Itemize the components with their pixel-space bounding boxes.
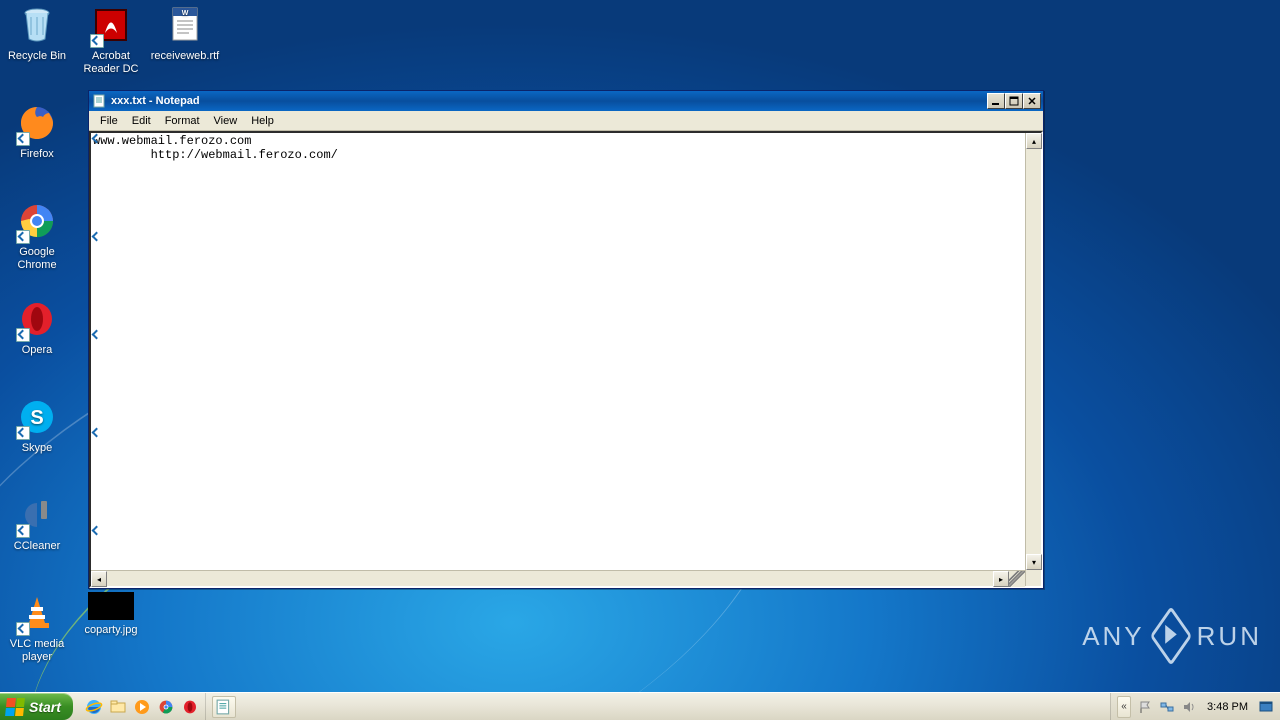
watermark-text-run: RUN bbox=[1197, 621, 1262, 652]
tray-show-desktop-icon[interactable] bbox=[1258, 699, 1274, 715]
scroll-left-button[interactable]: ◂ bbox=[91, 571, 107, 587]
menu-help[interactable]: Help bbox=[244, 113, 281, 129]
icon-label: Skype bbox=[0, 442, 74, 455]
desktop-icon-receiveweb[interactable]: W receiveweb.rtf bbox=[148, 4, 222, 63]
vertical-scrollbar[interactable]: ▴ ▾ bbox=[1025, 133, 1041, 586]
desktop-icon-skype[interactable]: S Skype bbox=[0, 396, 74, 455]
recycle-bin-icon bbox=[16, 4, 58, 46]
menu-bar: File Edit Format View Help bbox=[89, 111, 1043, 131]
system-tray: « 3:48 PM bbox=[1110, 693, 1280, 720]
start-label: Start bbox=[29, 699, 61, 715]
start-button[interactable]: Start bbox=[0, 693, 73, 720]
vlc-icon bbox=[16, 592, 58, 634]
scroll-up-button[interactable]: ▴ bbox=[1026, 133, 1042, 149]
watermark: ANY RUN bbox=[1082, 618, 1262, 654]
svg-text:W: W bbox=[182, 10, 189, 17]
icon-label: Acrobat Reader DC bbox=[74, 50, 148, 76]
image-thumbnail bbox=[88, 592, 134, 620]
ccleaner-icon bbox=[16, 494, 58, 536]
client-area: www.webmail.ferozo.com http://webmail.fe… bbox=[89, 131, 1043, 588]
desktop-icon-recycle-bin[interactable]: Recycle Bin bbox=[0, 4, 74, 63]
icon-label: receiveweb.rtf bbox=[148, 50, 222, 63]
icon-label: coparty.jpg bbox=[74, 624, 148, 637]
quick-launch-explorer[interactable] bbox=[107, 696, 129, 718]
icon-label: Firefox bbox=[0, 148, 74, 161]
icon-label: Opera bbox=[0, 344, 74, 357]
svg-text:S: S bbox=[30, 407, 43, 429]
skype-icon: S bbox=[16, 396, 58, 438]
icon-label: CCleaner bbox=[0, 540, 74, 553]
desktop[interactable]: Recycle Bin Firefox Google Chrome Opera … bbox=[0, 0, 1280, 692]
watermark-text-any: ANY bbox=[1082, 621, 1144, 652]
tray-volume-icon[interactable] bbox=[1181, 699, 1197, 715]
notepad-icon bbox=[93, 94, 107, 108]
notepad-window[interactable]: xxx.txt - Notepad File Edit Format View … bbox=[88, 90, 1044, 589]
maximize-button[interactable] bbox=[1005, 93, 1023, 109]
menu-format[interactable]: Format bbox=[158, 113, 207, 129]
minimize-button[interactable] bbox=[987, 93, 1005, 109]
scroll-right-button[interactable]: ▸ bbox=[993, 571, 1009, 587]
windows-logo-icon bbox=[5, 698, 25, 716]
chrome-icon bbox=[16, 200, 58, 242]
quick-launch-wmp[interactable] bbox=[131, 696, 153, 718]
quick-launch bbox=[79, 693, 206, 720]
play-icon bbox=[1150, 606, 1192, 666]
icon-label: Google Chrome bbox=[0, 246, 74, 272]
opera-icon bbox=[16, 298, 58, 340]
desktop-icon-opera[interactable]: Opera bbox=[0, 298, 74, 357]
window-titlebar[interactable]: xxx.txt - Notepad bbox=[89, 91, 1043, 111]
icon-label: Recycle Bin bbox=[0, 50, 74, 63]
quick-launch-ie[interactable] bbox=[83, 696, 105, 718]
tray-network-icon[interactable] bbox=[1159, 699, 1175, 715]
menu-file[interactable]: File bbox=[93, 113, 125, 129]
window-title: xxx.txt - Notepad bbox=[111, 95, 987, 107]
quick-launch-opera[interactable] bbox=[179, 696, 201, 718]
word-doc-icon: W bbox=[164, 4, 206, 46]
desktop-icon-coparty[interactable]: coparty.jpg bbox=[74, 592, 148, 637]
quick-launch-chrome[interactable] bbox=[155, 696, 177, 718]
desktop-icon-chrome[interactable]: Google Chrome bbox=[0, 200, 74, 272]
text-frame: www.webmail.ferozo.com http://webmail.fe… bbox=[89, 131, 1043, 588]
taskbar: Start « 3:48 PM bbox=[0, 692, 1280, 720]
resize-grip[interactable] bbox=[1009, 571, 1025, 587]
firefox-icon bbox=[16, 102, 58, 144]
desktop-icon-vlc[interactable]: VLC media player bbox=[0, 592, 74, 664]
taskbar-notepad-button[interactable] bbox=[212, 696, 236, 718]
text-editor[interactable]: www.webmail.ferozo.com http://webmail.fe… bbox=[91, 133, 1025, 570]
taskbar-clock[interactable]: 3:48 PM bbox=[1203, 701, 1252, 713]
desktop-icon-firefox[interactable]: Firefox bbox=[0, 102, 74, 161]
desktop-icon-ccleaner[interactable]: CCleaner bbox=[0, 494, 74, 553]
menu-view[interactable]: View bbox=[207, 113, 245, 129]
scroll-down-button[interactable]: ▾ bbox=[1026, 554, 1042, 570]
horizontal-scrollbar[interactable]: ◂ ▸ bbox=[91, 571, 1009, 586]
close-button[interactable] bbox=[1023, 93, 1041, 109]
task-area bbox=[206, 693, 1110, 720]
desktop-icon-acrobat[interactable]: Acrobat Reader DC bbox=[74, 4, 148, 76]
acrobat-icon bbox=[90, 4, 132, 46]
tray-flag-icon[interactable] bbox=[1137, 699, 1153, 715]
icon-label: VLC media player bbox=[0, 638, 74, 664]
tray-expand-button[interactable]: « bbox=[1117, 696, 1131, 718]
menu-edit[interactable]: Edit bbox=[125, 113, 158, 129]
